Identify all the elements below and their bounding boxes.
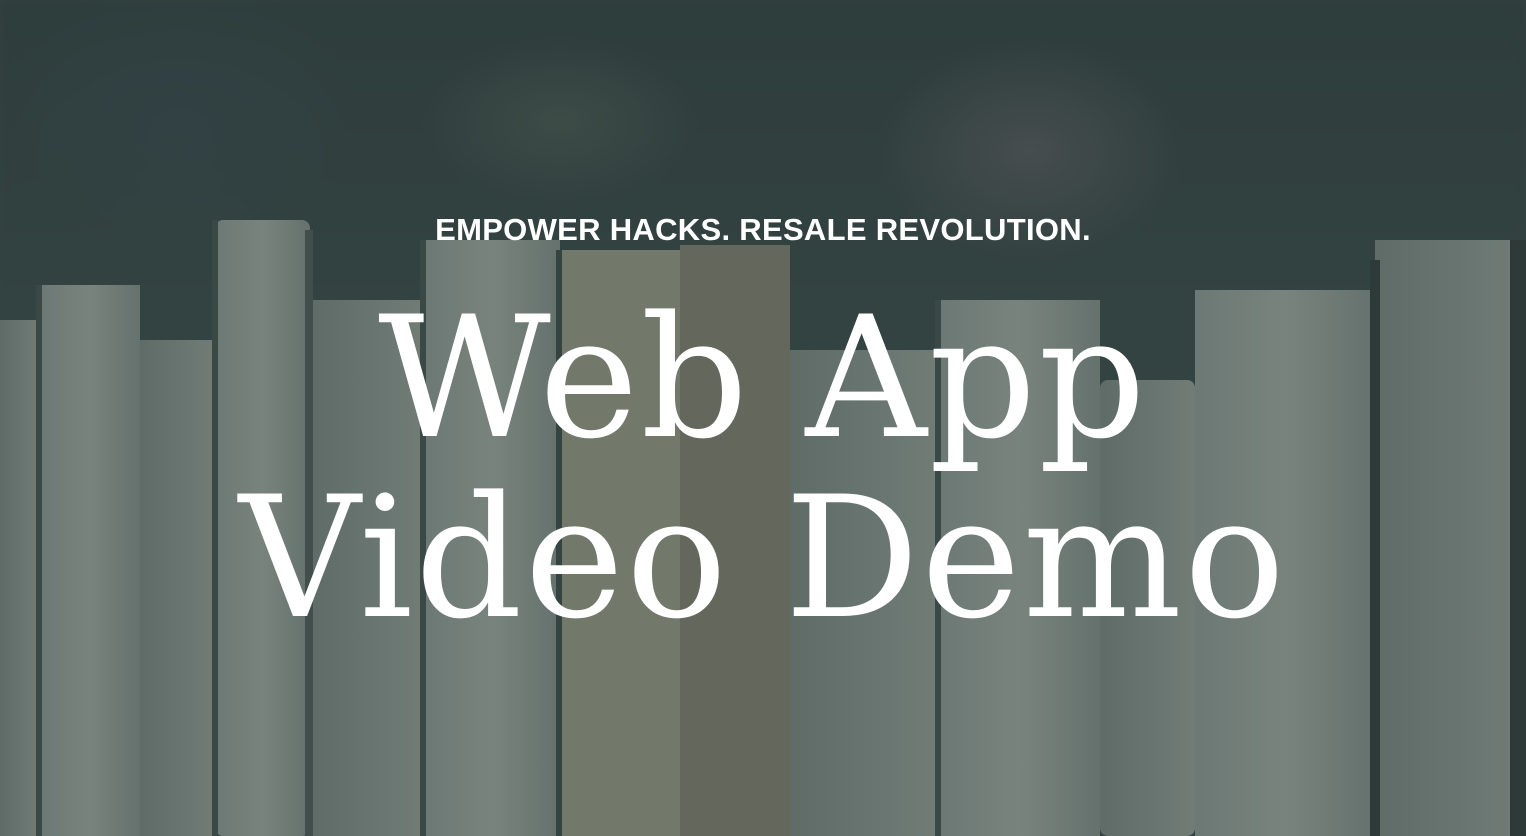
hero-section: EMPOWER HACKS. RESALE REVOLUTION. Web Ap… <box>0 0 1526 836</box>
hero-tagline: EMPOWER HACKS. RESALE REVOLUTION. <box>435 212 1091 247</box>
hero-title-line-1: Web App <box>378 280 1148 476</box>
hero-title: Web App Video Demo <box>0 288 1526 648</box>
hero-content: EMPOWER HACKS. RESALE REVOLUTION. Web Ap… <box>0 0 1526 836</box>
hero-title-line-2: Video Demo <box>238 460 1288 656</box>
